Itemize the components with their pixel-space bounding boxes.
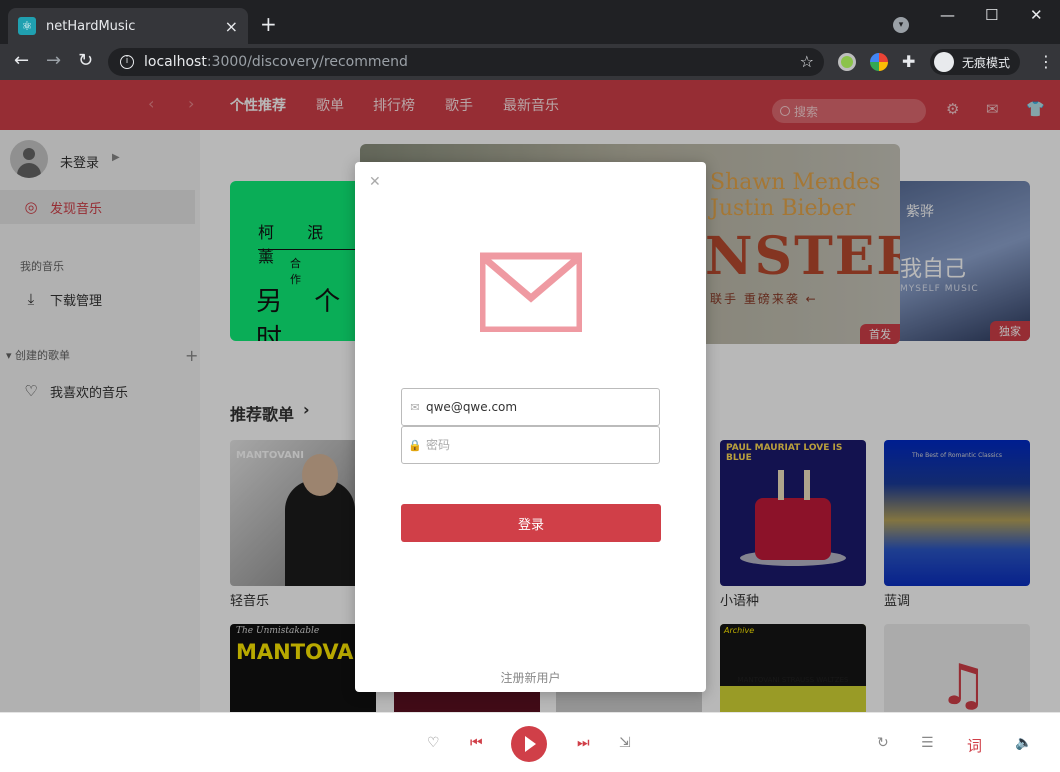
url-host: localhost: [144, 54, 207, 70]
email-field[interactable]: ✉: [401, 388, 660, 426]
email-input[interactable]: [426, 400, 659, 414]
mail-small-icon: ✉: [410, 400, 420, 414]
browser-tab-strip: ⚛ netHardMusic × + ▾ — ☐ ✕: [0, 0, 1060, 44]
close-tab-icon[interactable]: ×: [225, 17, 238, 36]
incognito-indicator[interactable]: 无痕模式: [930, 49, 1021, 75]
login-modal: ✕ ✉ 🔒 登录 注册新用户: [355, 162, 706, 692]
lyric-toggle[interactable]: 词: [967, 735, 982, 756]
extension-green-icon[interactable]: [838, 53, 856, 71]
lock-icon: 🔒: [408, 438, 422, 452]
volume-icon[interactable]: 🔈: [1015, 735, 1032, 751]
browser-menu-icon[interactable]: ⋮: [1038, 52, 1054, 71]
login-button[interactable]: 登录: [401, 504, 661, 542]
password-input[interactable]: [426, 438, 659, 452]
reload-icon[interactable]: ↻: [78, 50, 93, 71]
forward-icon[interactable]: →: [46, 50, 61, 71]
close-icon[interactable]: ✕: [369, 174, 381, 190]
tab-search-icon[interactable]: ▾: [893, 17, 909, 33]
minimize-icon[interactable]: —: [940, 6, 955, 24]
extensions-puzzle-icon[interactable]: ✚: [902, 52, 915, 71]
extension-color-icon[interactable]: [870, 53, 888, 71]
info-icon[interactable]: i: [120, 55, 134, 69]
playlist-queue-icon[interactable]: ☰: [921, 735, 934, 751]
password-field[interactable]: 🔒: [401, 426, 660, 464]
incognito-label: 无痕模式: [962, 55, 1011, 70]
register-link[interactable]: 注册新用户: [355, 669, 706, 686]
next-track-icon[interactable]: ⏭: [577, 735, 590, 751]
close-window-icon[interactable]: ✕: [1030, 6, 1043, 24]
address-bar[interactable]: i localhost :3000/discovery/recommend ☆: [108, 48, 824, 76]
bookmark-star-icon[interactable]: ☆: [800, 52, 814, 71]
browser-toolbar: ← → ↻ i localhost :3000/discovery/recomm…: [0, 44, 1060, 80]
react-favicon-icon: ⚛: [18, 17, 36, 35]
like-heart-icon[interactable]: ♡: [427, 735, 440, 751]
url-path: :3000/discovery/recommend: [206, 54, 408, 70]
tab-title: netHardMusic: [46, 18, 136, 34]
mail-icon: [480, 252, 582, 332]
browser-window: ⚛ netHardMusic × + ▾ — ☐ ✕ ← → ↻ i local…: [0, 0, 1060, 772]
play-button[interactable]: [511, 726, 547, 762]
maximize-icon[interactable]: ☐: [985, 6, 998, 24]
browser-tab[interactable]: ⚛ netHardMusic ×: [8, 8, 248, 44]
back-icon[interactable]: ←: [14, 50, 29, 71]
share-icon[interactable]: ⇲: [619, 735, 631, 751]
new-tab-icon[interactable]: +: [260, 12, 277, 36]
player-bar: ♡ ⏮ ⏭ ⇲ ↻ ☰ 词 🔈: [0, 712, 1060, 772]
incognito-icon: [934, 52, 954, 72]
previous-track-icon[interactable]: ⏮: [470, 735, 483, 751]
loop-mode-icon[interactable]: ↻: [877, 735, 889, 751]
